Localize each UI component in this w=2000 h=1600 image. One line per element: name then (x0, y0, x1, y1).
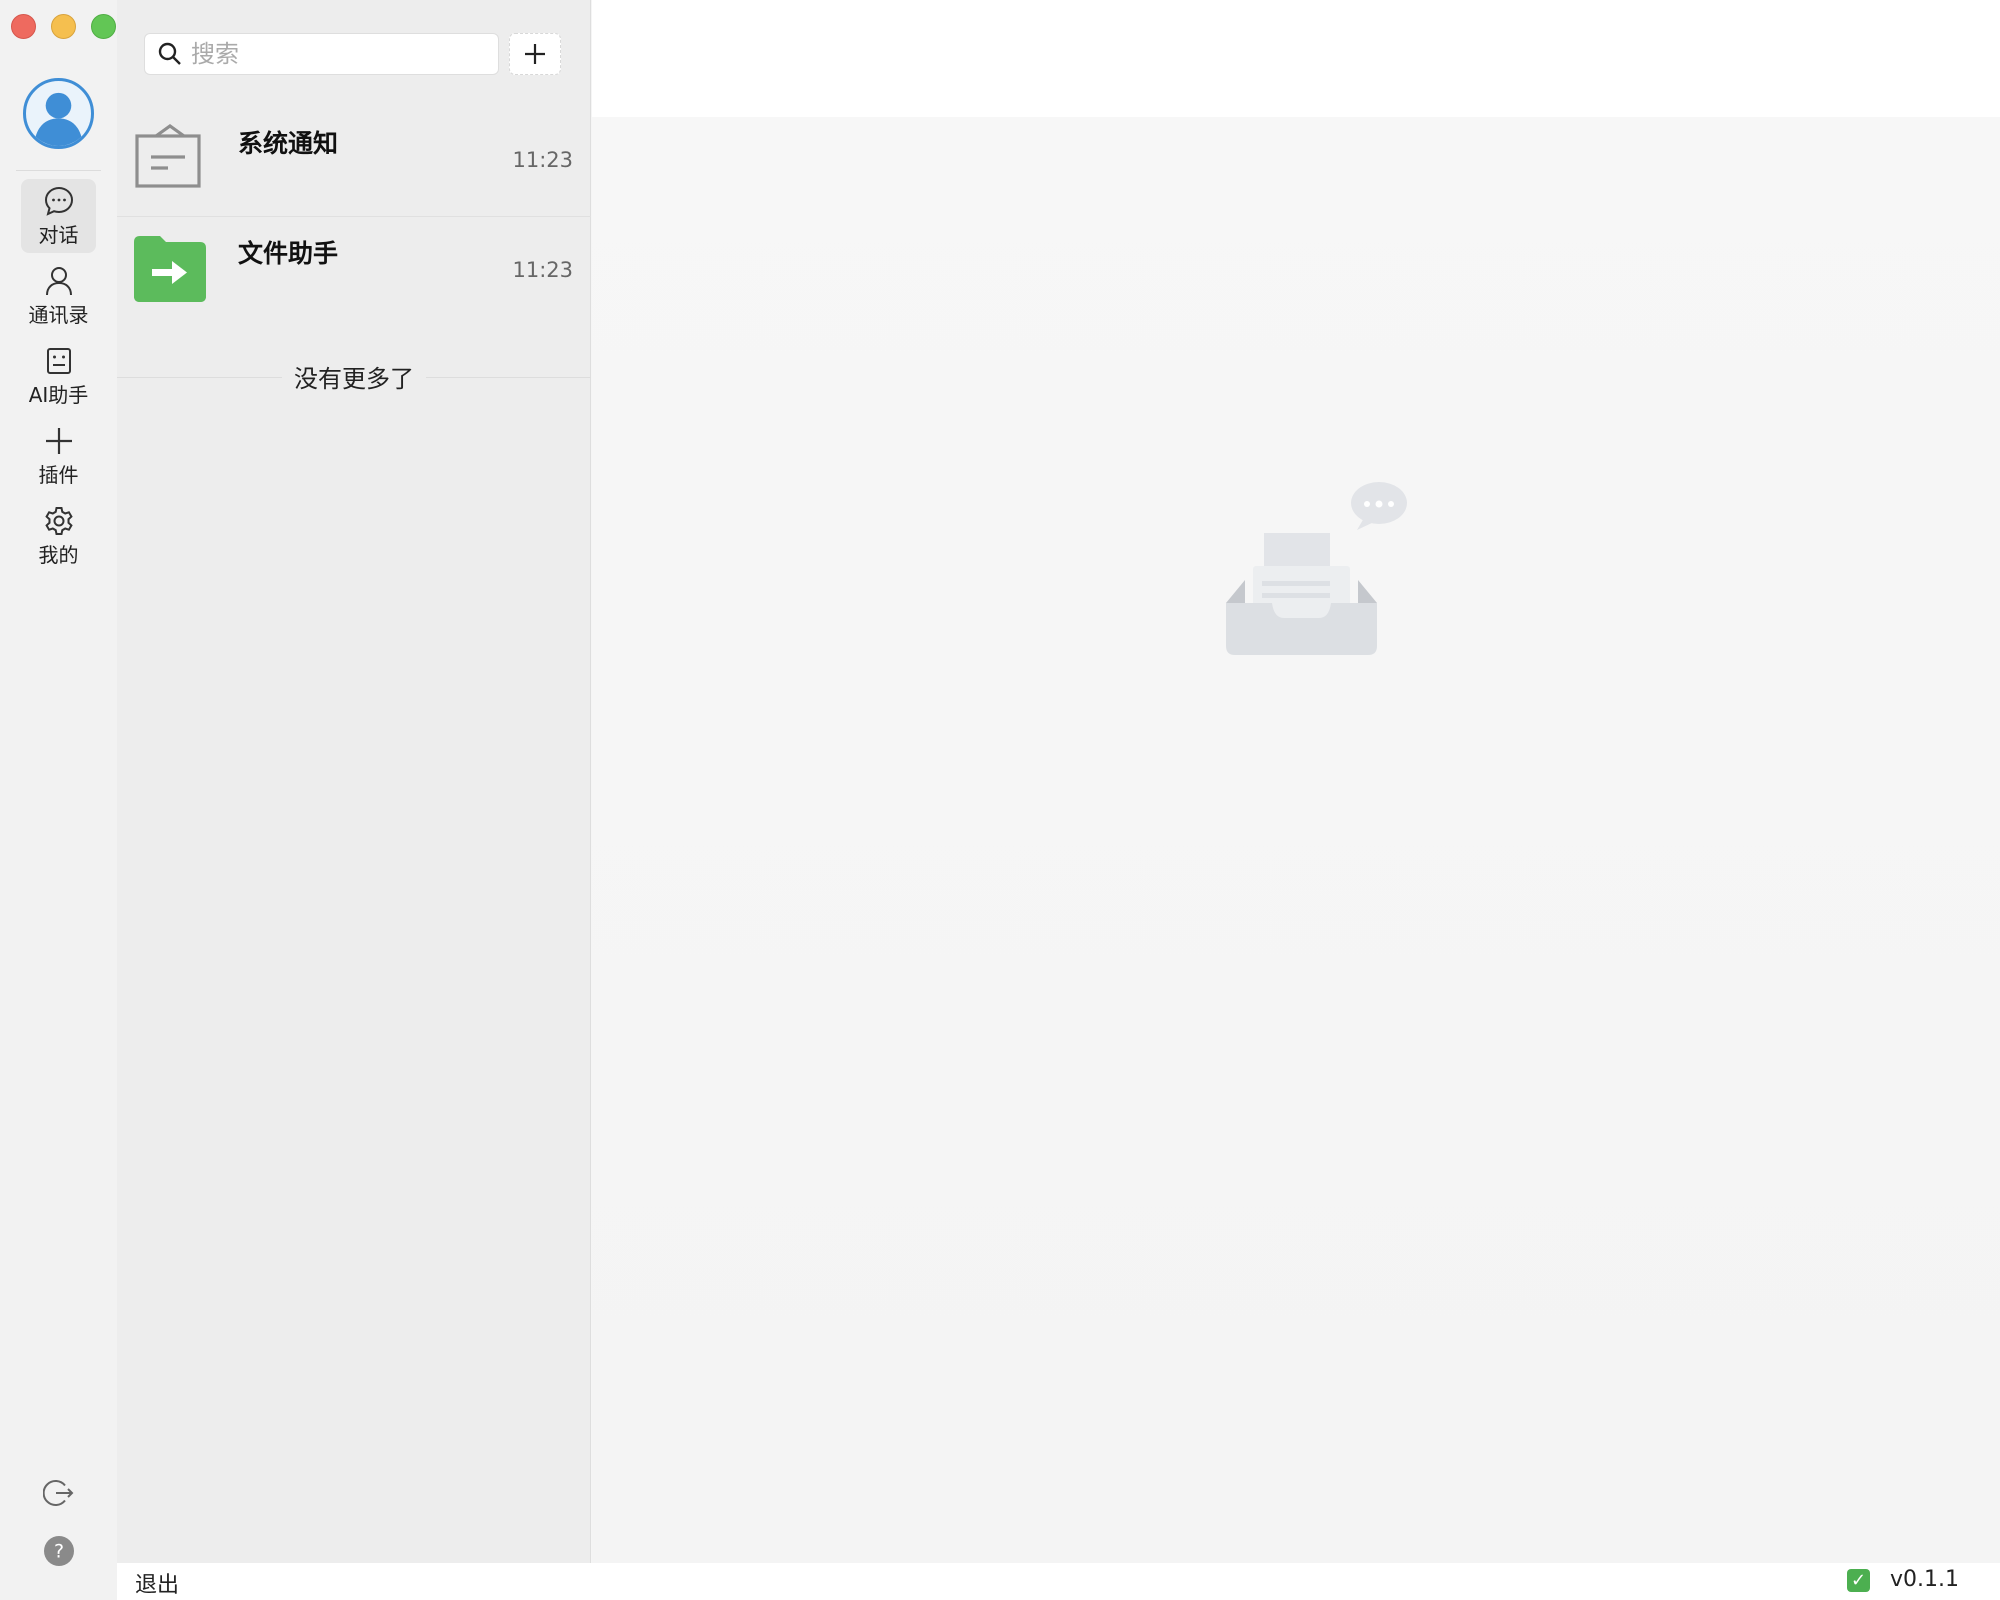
conversation-time: 11:23 (512, 258, 573, 282)
sidebar-item-contacts[interactable]: 通讯录 (21, 259, 96, 333)
sidebar-item-label: 我的 (38, 542, 79, 567)
sidebar-item-label: 插件 (38, 462, 79, 487)
logout-button[interactable]: 退出 (135, 1567, 179, 1599)
main-header (592, 0, 2000, 117)
version-label: v0.1.1 (1890, 1567, 1959, 1592)
search-box[interactable] (144, 33, 499, 75)
plus-icon (45, 427, 72, 454)
status-bar: 退出 ✓ v0.1.1 (117, 1563, 2000, 1600)
conversation-item-file-helper[interactable]: 文件助手 11:23 (117, 220, 591, 330)
list-end-text: 没有更多了 (117, 359, 591, 394)
window-maximize-button[interactable] (91, 14, 116, 39)
chat-bubble-icon (44, 186, 73, 216)
search-icon (158, 42, 181, 65)
window-close-button[interactable] (11, 14, 36, 39)
search-input[interactable] (191, 40, 481, 68)
conversation-name: 系统通知 (238, 129, 339, 158)
empty-inbox-icon (1226, 482, 1407, 655)
person-icon (45, 266, 72, 295)
add-conversation-button[interactable] (509, 33, 561, 75)
logout-icon[interactable] (43, 1477, 75, 1509)
conversation-list-pane: 系统通知 11:23 文件助手 11:23 没有更多了 (117, 0, 591, 1563)
sidebar-item-label: AI助手 (28, 382, 89, 407)
main-content (592, 117, 2000, 1563)
conversation-name: 文件助手 (238, 239, 339, 268)
window-minimize-button[interactable] (51, 14, 76, 39)
robot-icon (46, 347, 71, 374)
help-icon[interactable]: ? (43, 1535, 75, 1567)
sidebar-item-ai-assistant[interactable]: AI助手 (21, 339, 96, 413)
left-rail: 对话 通讯录 AI助手 插件 我的 ? (0, 0, 117, 1600)
folder-arrow-icon (134, 232, 206, 304)
sidebar-item-chat[interactable]: 对话 (21, 179, 96, 253)
user-avatar-icon[interactable] (23, 78, 94, 149)
sidebar-item-label: 对话 (38, 222, 79, 247)
conversation-item-system-notice[interactable]: 系统通知 11:23 (117, 110, 591, 220)
list-divider (117, 216, 591, 217)
conversation-time: 11:23 (512, 148, 573, 172)
rail-divider (16, 170, 101, 171)
sidebar-item-mine[interactable]: 我的 (21, 499, 96, 573)
notice-board-icon (134, 122, 206, 194)
svg-text:?: ? (54, 1541, 64, 1563)
plus-icon (525, 44, 545, 64)
gear-icon (44, 506, 73, 535)
sidebar-item-label: 通讯录 (28, 302, 89, 327)
check-icon: ✓ (1847, 1569, 1870, 1592)
sidebar-item-plugins[interactable]: 插件 (21, 419, 96, 493)
